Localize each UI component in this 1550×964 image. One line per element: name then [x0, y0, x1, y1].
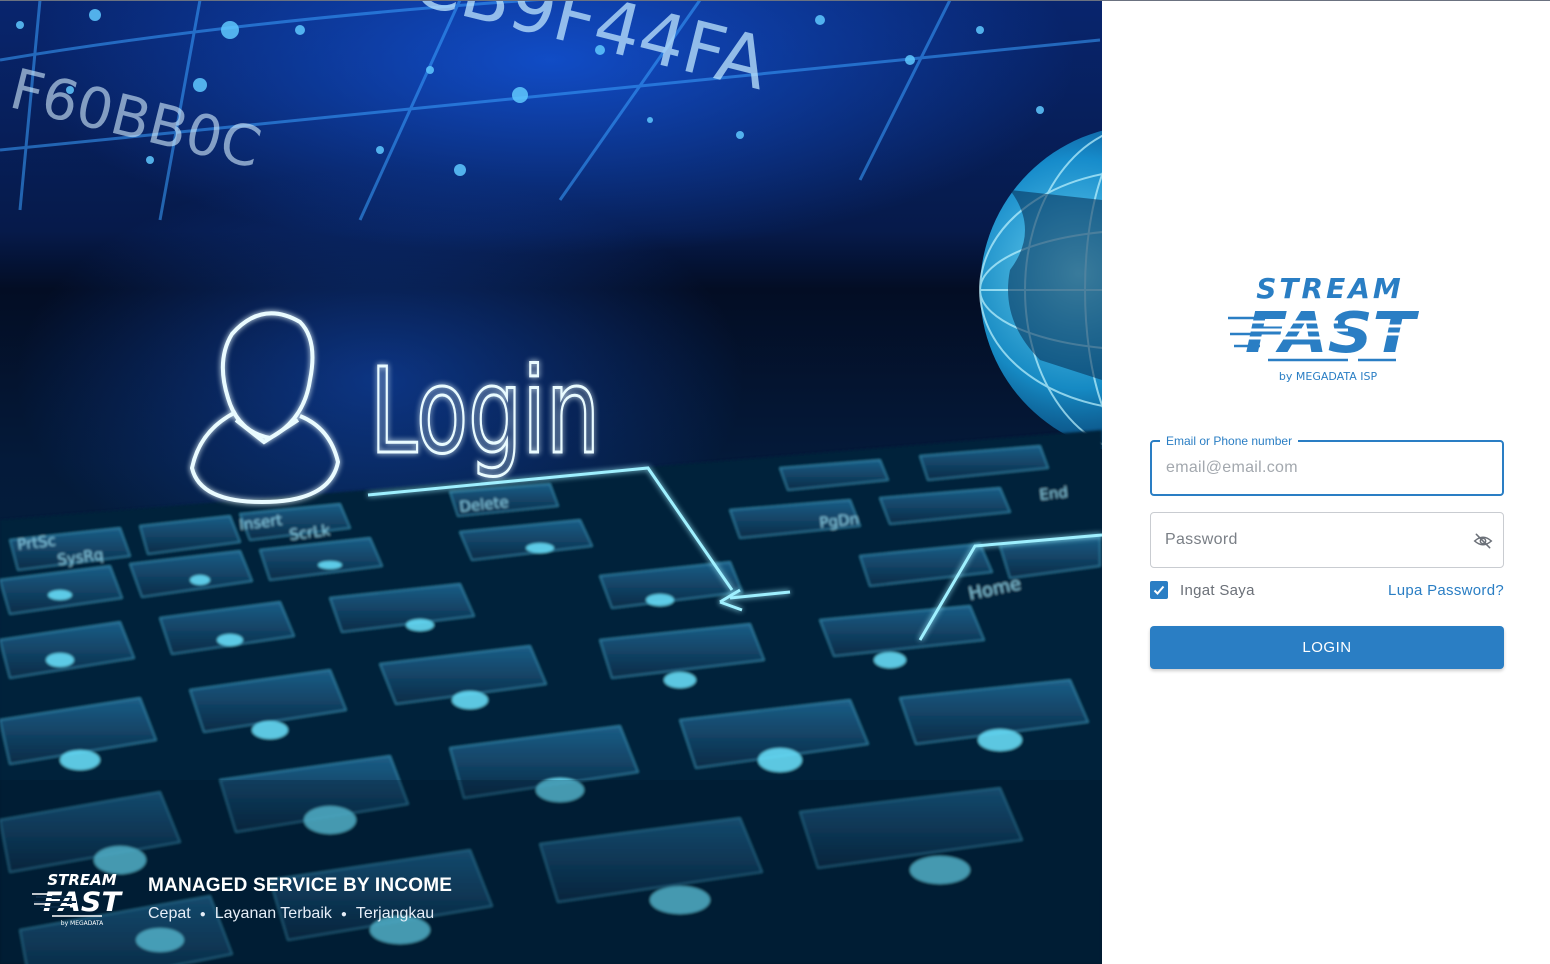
hero-illustration: CB9F44FA F60BB0C PrtSc SysRq Insert ScrL… [0, 0, 1102, 964]
login-button[interactable]: LOGIN [1150, 626, 1504, 669]
forgot-password-link[interactable]: Lupa Password? [1388, 582, 1504, 599]
login-page: CB9F44FA F60BB0C PrtSc SysRq Insert ScrL… [0, 0, 1550, 964]
email-field-container: Email or Phone number [1150, 433, 1504, 496]
hero-title: MANAGED SERVICE BY INCOME [148, 875, 453, 896]
remember-label: Ingat Saya [1180, 581, 1255, 599]
checkmark-icon [1153, 585, 1165, 595]
bullet-icon: ● [199, 908, 206, 920]
login-word-graphic: Login [370, 342, 600, 480]
remember-checkbox[interactable] [1150, 581, 1168, 599]
user-icon [189, 311, 341, 505]
login-panel: STREAM FAST by MEGADATA ISP Email or Pho… [1102, 0, 1550, 964]
eye-off-icon[interactable] [1471, 529, 1495, 553]
hero-tagline: Cepat ● Layanan Terbaik ● Terjangkau [148, 905, 452, 923]
hero-text: MANAGED SERVICE BY INCOME Cepat ● Layana… [148, 875, 452, 923]
password-field-container [1150, 512, 1504, 568]
streamfast-mini-logo: STREAM FAST by MEGADATA [32, 871, 124, 927]
key-legend: End [1039, 483, 1069, 504]
hero-panel: CB9F44FA F60BB0C PrtSc SysRq Insert ScrL… [0, 0, 1102, 964]
hero-footer: STREAM FAST by MEGADATA MANAGED SERVICE … [32, 870, 452, 928]
globe [979, 130, 1102, 450]
email-field-label: Email or Phone number [1160, 433, 1299, 449]
email-input[interactable] [1152, 442, 1502, 494]
tagline-item: Cepat [148, 905, 191, 922]
bullet-icon: ● [340, 908, 347, 920]
top-border [0, 0, 1550, 1]
mini-logo-line3: by MEGADATA [61, 920, 104, 927]
remember-me[interactable]: Ingat Saya [1150, 581, 1255, 599]
hex-code-left: F60BB0C [4, 57, 267, 182]
tagline-item: Terjangkau [355, 905, 435, 922]
logo-tagline: by MEGADATA ISP [1279, 370, 1378, 383]
tagline-item: Layanan Terbaik [214, 905, 332, 922]
streamfast-logo: STREAM FAST by MEGADATA ISP [1228, 272, 1428, 383]
remember-row: Ingat Saya Lupa Password? [1150, 578, 1504, 602]
password-input[interactable] [1151, 513, 1503, 567]
